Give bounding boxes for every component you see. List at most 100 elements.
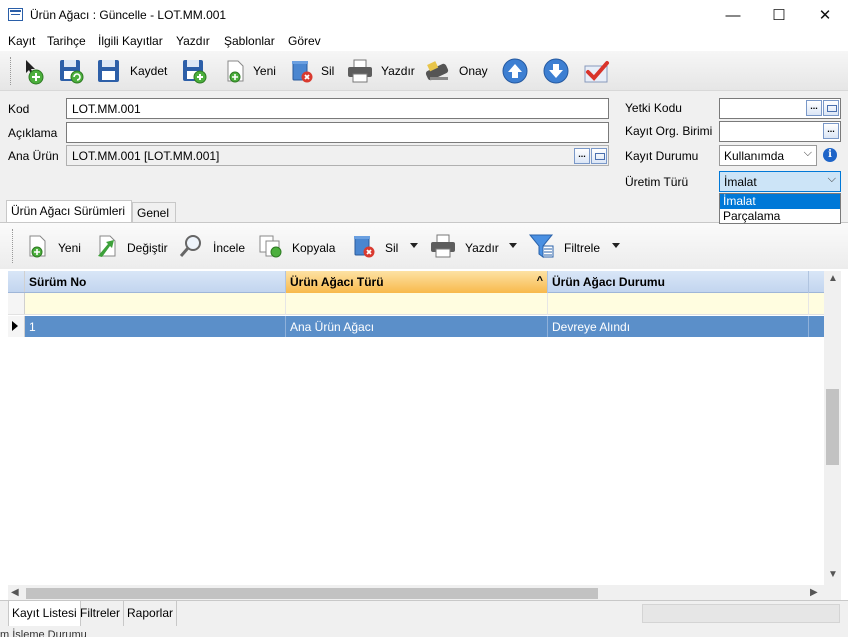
- tab-kayit-listesi[interactable]: Kayıt Listesi: [8, 601, 81, 626]
- menu-sablonlar[interactable]: Şablonlar: [224, 34, 275, 48]
- grid-copy-label[interactable]: Kopyala: [292, 241, 335, 255]
- window-title: Ürün Ağacı : Güncelle - LOT.MM.001: [30, 8, 227, 22]
- grid-delete-icon[interactable]: [350, 232, 378, 260]
- main-product-input[interactable]: LOT.MM.001 [LOT.MM.001]: [66, 145, 609, 166]
- scroll-right-icon[interactable]: ▶: [810, 587, 818, 598]
- chevron-down-icon: ⌵: [827, 173, 836, 185]
- horizontal-scroll-thumb[interactable]: [26, 588, 598, 599]
- org-unit-lookup-button[interactable]: ...: [823, 123, 839, 139]
- menu-bar: Kayıt Tarihçe İlgili Kayıtlar Yazdır Şab…: [0, 31, 848, 51]
- save-refresh-icon[interactable]: [57, 57, 85, 85]
- main-product-open-button[interactable]: [591, 148, 607, 164]
- grid-copy-icon[interactable]: [257, 232, 285, 260]
- close-button[interactable]: ✕: [802, 0, 848, 31]
- filter-row-indicator: [8, 293, 25, 314]
- tab-raporlar[interactable]: Raporlar: [124, 601, 178, 626]
- title-bar: Ürün Ağacı : Güncelle - LOT.MM.001 — ☐ ✕: [0, 0, 848, 31]
- new-label[interactable]: Yeni: [253, 64, 276, 78]
- chevron-down-icon[interactable]: [509, 243, 517, 248]
- toolbar-grip: [10, 57, 13, 85]
- filter-cell-urun-agaci-turu[interactable]: [286, 293, 548, 315]
- menu-yazdir[interactable]: Yazdır: [176, 34, 210, 48]
- grid-toolbar-grip: [12, 229, 15, 263]
- grid-change-label[interactable]: Değiştir: [127, 241, 168, 255]
- delete-label[interactable]: Sil: [321, 64, 334, 78]
- record-status-select[interactable]: Kullanımda ⌵: [719, 145, 817, 166]
- column-header-urun-agaci-turu[interactable]: Ürün Ağacı Türü ^: [286, 271, 548, 293]
- move-up-icon[interactable]: [501, 57, 529, 85]
- check-form-icon[interactable]: [582, 57, 610, 85]
- production-type-select[interactable]: İmalat ⌵: [719, 171, 841, 192]
- description-label: Açıklama: [8, 126, 58, 140]
- grid-delete-label[interactable]: Sil: [385, 241, 398, 255]
- scroll-left-icon[interactable]: ◀: [11, 587, 19, 598]
- table-row[interactable]: 1 Ana Ürün Ağacı Devreye Alındı: [8, 316, 824, 337]
- production-type-dropdown: İmalat Parçalama: [719, 193, 841, 224]
- approve-label[interactable]: Onay: [459, 64, 488, 78]
- grid-filter-icon[interactable]: [528, 232, 556, 260]
- cell-urun-agaci-turu: Ana Ürün Ağacı: [286, 316, 548, 337]
- auth-code-open-button[interactable]: [823, 100, 839, 116]
- scroll-down-icon[interactable]: ▼: [828, 569, 838, 580]
- column-header-urun-agaci-durumu[interactable]: Ürün Ağacı Durumu: [548, 271, 809, 293]
- chevron-down-icon[interactable]: [410, 243, 418, 248]
- scroll-up-icon[interactable]: ▲: [828, 273, 838, 284]
- versions-grid: Sürüm No Ürün Ağacı Türü ^ Ürün Ağacı Du…: [8, 271, 824, 585]
- save-label[interactable]: Kaydet: [130, 64, 167, 78]
- record-status-label: Kayıt Durumu: [625, 149, 699, 163]
- main-product-lookup-button[interactable]: ...: [574, 148, 590, 164]
- tab-genel[interactable]: Genel: [132, 202, 176, 223]
- move-down-icon[interactable]: [542, 57, 570, 85]
- grid-change-icon[interactable]: [94, 232, 122, 260]
- production-type-option-imalat[interactable]: İmalat: [720, 194, 840, 209]
- menu-gorev[interactable]: Görev: [288, 34, 321, 48]
- grid-print-icon[interactable]: [429, 232, 457, 260]
- description-input[interactable]: [66, 122, 609, 143]
- grid-inspect-icon[interactable]: [177, 232, 205, 260]
- grid-filter-label[interactable]: Filtrele: [564, 241, 600, 255]
- minimize-button[interactable]: —: [710, 0, 756, 31]
- main-toolbar: Kaydet Yeni Sil Yazdır Onay: [0, 51, 848, 91]
- filter-cell-urun-agaci-durumu[interactable]: [548, 293, 809, 315]
- save-icon[interactable]: [95, 57, 123, 85]
- new-document-icon[interactable]: [222, 57, 250, 85]
- print-icon[interactable]: [346, 57, 374, 85]
- code-input[interactable]: LOT.MM.001: [66, 98, 609, 119]
- horizontal-scrollbar[interactable]: ◀ ▶: [8, 585, 824, 601]
- menu-ilgili-kayitlar[interactable]: İlgili Kayıtlar: [98, 34, 163, 48]
- tab-filtreler[interactable]: Filtreler: [77, 601, 125, 626]
- new-record-icon[interactable]: [20, 57, 48, 85]
- main-product-label: Ana Ürün: [8, 149, 59, 163]
- cell-surum-no: 1: [25, 316, 286, 337]
- status-bar: m İşleme Durumu: [0, 626, 848, 637]
- production-type-label: Üretim Türü: [625, 175, 689, 189]
- approve-icon[interactable]: [424, 57, 452, 85]
- print-label[interactable]: Yazdır: [381, 64, 415, 78]
- tab-urun-agaci-surumleri[interactable]: Ürün Ağacı Sürümleri: [6, 200, 132, 223]
- grid-new-icon[interactable]: [24, 232, 52, 260]
- filter-cell-surum-no[interactable]: [25, 293, 286, 315]
- grid-inspect-label[interactable]: İncele: [213, 241, 245, 255]
- save-new-icon[interactable]: [180, 57, 208, 85]
- record-status-value: Kullanımda: [724, 149, 785, 163]
- form-area: Kod LOT.MM.001 Açıklama Ana Ürün LOT.MM.…: [0, 92, 848, 200]
- delete-icon[interactable]: [288, 57, 316, 85]
- status-text: m İşleme Durumu: [0, 629, 87, 637]
- maximize-button[interactable]: ☐: [756, 0, 802, 31]
- production-type-option-parcalama[interactable]: Parçalama: [720, 209, 840, 224]
- vertical-scrollbar[interactable]: ▲ ▼: [824, 271, 841, 601]
- app-icon: [8, 8, 23, 21]
- chevron-down-icon[interactable]: [612, 243, 620, 248]
- vertical-scroll-thumb[interactable]: [826, 389, 839, 465]
- grid-header: Sürüm No Ürün Ağacı Türü ^ Ürün Ağacı Du…: [8, 271, 824, 293]
- org-unit-label: Kayıt Org. Birimi: [625, 124, 713, 138]
- grid-print-label[interactable]: Yazdır: [465, 241, 499, 255]
- column-header-surum-no[interactable]: Sürüm No: [25, 271, 286, 293]
- grid-filter-row: [8, 293, 824, 315]
- menu-tarihce[interactable]: Tarihçe: [47, 34, 86, 48]
- auth-code-lookup-button[interactable]: ...: [806, 100, 822, 116]
- info-icon[interactable]: i: [823, 148, 837, 162]
- current-row-pointer-icon: [12, 321, 18, 331]
- grid-new-label[interactable]: Yeni: [58, 241, 81, 255]
- menu-kayit[interactable]: Kayıt: [8, 34, 35, 48]
